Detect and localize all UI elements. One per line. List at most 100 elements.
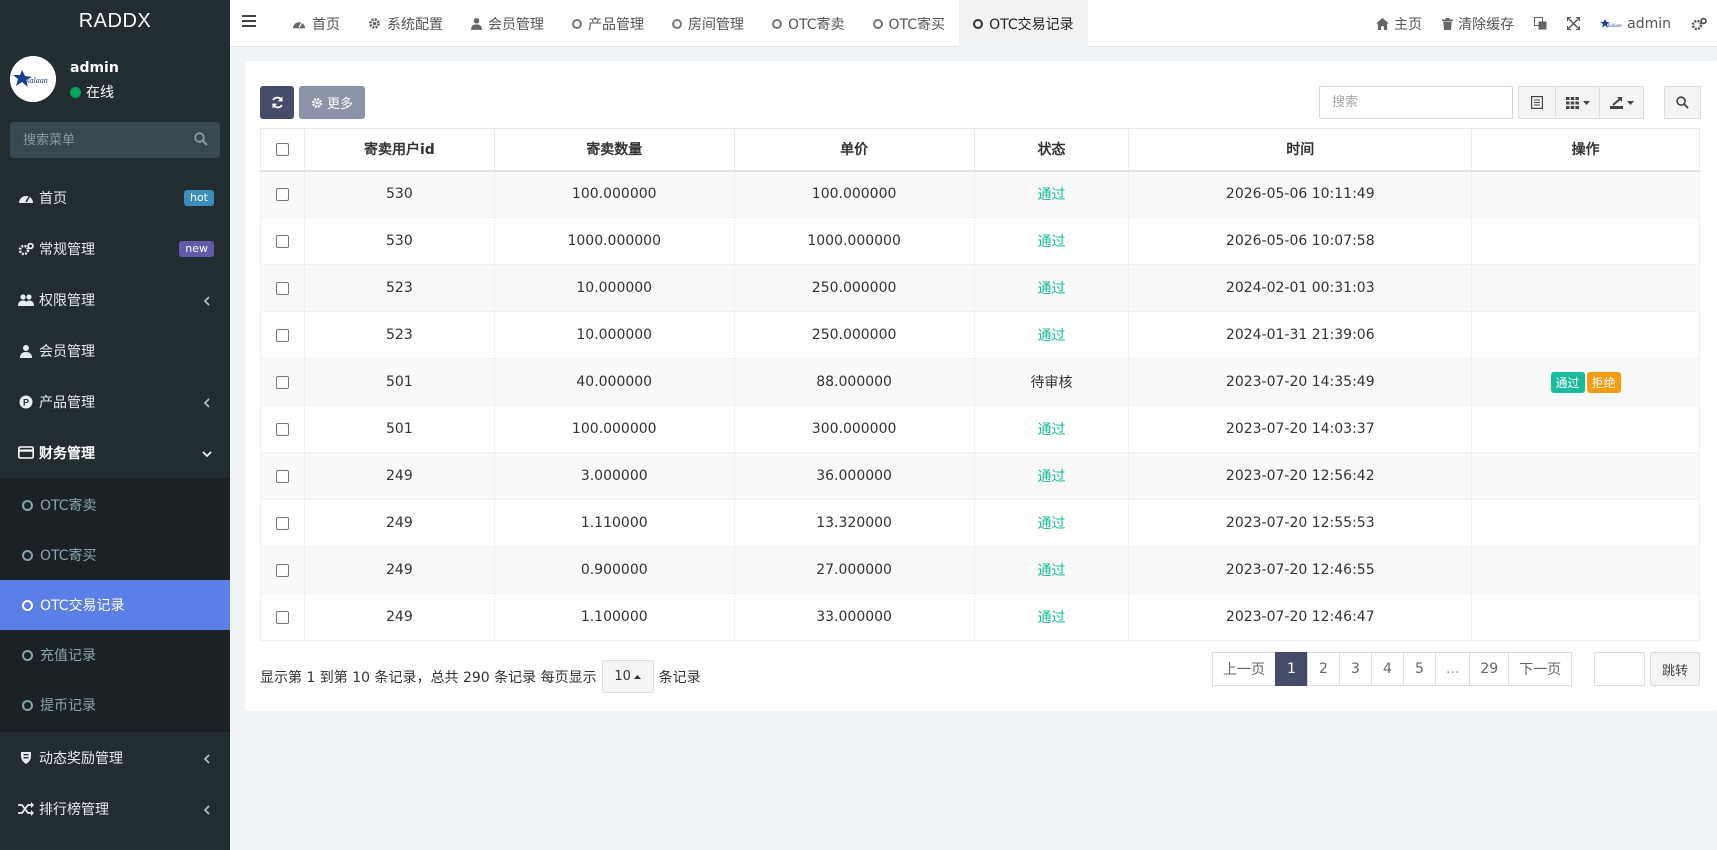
sidebar-item-label: 财务管理	[39, 445, 95, 462]
next-page-button[interactable]: 下一页	[1508, 652, 1573, 686]
sidebar-item-otc-buy[interactable]: OTC寄买	[0, 530, 230, 580]
col-header-user-id[interactable]: 寄卖用户id	[303, 128, 495, 172]
random-icon	[18, 801, 34, 817]
tab-otc-buy[interactable]: OTC寄买	[859, 0, 960, 47]
cell-user-id: 523	[303, 264, 495, 312]
cell-quantity: 1.110000	[493, 499, 735, 547]
tab-otc-sell[interactable]: OTC寄卖	[758, 0, 859, 47]
search-button[interactable]	[1664, 86, 1701, 119]
page-button[interactable]: 5	[1403, 652, 1436, 686]
sidebar-item-products[interactable]: P 产品管理	[0, 376, 230, 427]
sidebar-item-withdraw[interactable]: 提币记录	[0, 680, 230, 730]
row-checkbox[interactable]	[275, 516, 289, 530]
export-dropdown-button[interactable]	[1599, 86, 1644, 119]
sidebar-item-rewards[interactable]: 动态奖励管理	[0, 732, 230, 783]
pagination: 上一页 1 2 3 4 5 ... 29 下一页	[1212, 652, 1573, 686]
sidebar-item-label: 动态奖励管理	[39, 750, 123, 767]
page-button[interactable]: 2	[1307, 652, 1340, 686]
clear-cache-button[interactable]: 清除缓存	[1432, 14, 1524, 34]
reject-button[interactable]: 拒绝	[1586, 371, 1621, 393]
sidebar-item-label: 首页	[39, 190, 67, 207]
circle-icon	[22, 549, 33, 561]
col-header-status[interactable]: 状态	[973, 128, 1130, 172]
col-header-time[interactable]: 时间	[1128, 128, 1473, 172]
search-icon[interactable]	[194, 132, 208, 146]
col-header-quantity[interactable]: 寄卖数量	[493, 128, 735, 172]
menu-search-input[interactable]	[10, 122, 220, 158]
circle-icon	[22, 499, 33, 511]
brand-logo[interactable]: RADDX	[0, 0, 230, 42]
row-checkbox[interactable]	[275, 422, 289, 436]
page-button[interactable]: 1	[1275, 652, 1308, 686]
more-button[interactable]: 更多	[299, 86, 365, 119]
online-dot-icon	[70, 86, 81, 98]
tab-home[interactable]: 首页	[278, 0, 354, 47]
approve-button[interactable]: 通过	[1550, 371, 1585, 393]
toggle-view-button[interactable]	[1518, 86, 1556, 119]
tab-rooms[interactable]: 房间管理	[658, 0, 758, 47]
page-button[interactable]: 29	[1469, 652, 1510, 686]
jump-page-input[interactable]	[1594, 652, 1645, 686]
cell-price: 33.000000	[733, 593, 975, 641]
row-checkbox[interactable]	[275, 187, 289, 201]
select-all-checkbox[interactable]	[275, 142, 289, 156]
tab-label: 会员管理	[488, 16, 544, 33]
sidebar-item-label: 常规管理	[39, 241, 95, 258]
row-select-cell	[260, 593, 305, 641]
columns-dropdown-button[interactable]	[1555, 86, 1600, 119]
cell-status: 待审核	[973, 358, 1130, 406]
cell-actions	[1471, 264, 1700, 312]
sidebar-item-general[interactable]: 常规管理 new	[0, 223, 230, 274]
page-size-dropdown[interactable]: 10	[601, 660, 654, 693]
sidebar-item-permissions[interactable]: 权限管理	[0, 274, 230, 325]
hamburger-menu-icon[interactable]	[242, 14, 258, 28]
tab-otc-records[interactable]: OTC交易记录	[959, 0, 1088, 47]
otc-records-table: 寄卖用户id 寄卖数量 单价 状态 时间 操作 530 100.000000 1…	[260, 128, 1700, 641]
table-row: 249 3.000000 36.000000 通过 2023-07-20 12:…	[260, 452, 1700, 500]
home-link[interactable]: 主页	[1366, 14, 1432, 34]
chevron-left-icon	[203, 398, 210, 408]
settings-button[interactable]	[1681, 17, 1717, 31]
row-checkbox[interactable]	[275, 234, 289, 248]
sidebar-item-members[interactable]: 会员管理	[0, 325, 230, 376]
prev-page-button[interactable]: 上一页	[1212, 652, 1276, 686]
row-checkbox[interactable]	[275, 375, 289, 389]
table-row: 501 40.000000 88.000000 待审核 2023-07-20 1…	[260, 358, 1700, 406]
circle-icon	[672, 18, 682, 29]
language-button[interactable]	[1524, 17, 1557, 30]
tab-products[interactable]: 产品管理	[558, 0, 658, 47]
tab-system-config[interactable]: 系统配置	[354, 0, 457, 47]
sidebar-item-home[interactable]: 首页 hot	[0, 172, 230, 223]
fullscreen-button[interactable]	[1557, 17, 1590, 30]
search-icon	[1676, 96, 1689, 109]
sidebar-item-otc-sell[interactable]: OTC寄卖	[0, 480, 230, 530]
table-row: 530 1000.000000 1000.000000 通过 2026-05-0…	[260, 217, 1700, 265]
cell-status: 通过	[973, 311, 1130, 359]
cell-time: 2024-02-01 00:31:03	[1128, 264, 1473, 312]
cell-quantity: 10.000000	[493, 311, 735, 359]
refresh-button[interactable]	[260, 86, 294, 119]
col-header-price[interactable]: 单价	[733, 128, 975, 172]
row-checkbox[interactable]	[275, 281, 289, 295]
circle-icon	[973, 18, 984, 29]
sidebar-item-otc-records[interactable]: OTC交易记录	[0, 580, 230, 630]
table-search-input[interactable]	[1319, 86, 1513, 119]
row-checkbox[interactable]	[275, 610, 289, 624]
tab-members[interactable]: 会员管理	[457, 0, 558, 47]
sidebar-item-finance[interactable]: 财务管理	[0, 427, 230, 478]
tab-label: 房间管理	[688, 16, 744, 33]
cell-price: 27.000000	[733, 546, 975, 594]
cell-actions	[1471, 499, 1700, 547]
cell-user-id: 501	[303, 405, 495, 453]
finance-submenu: OTC寄卖 OTC寄买 OTC交易记录 充值记录 提币记录	[0, 478, 230, 732]
user-menu[interactable]: kalaan admin	[1590, 16, 1681, 32]
row-checkbox[interactable]	[275, 328, 289, 342]
row-checkbox[interactable]	[275, 563, 289, 577]
jump-button[interactable]: 跳转	[1650, 652, 1700, 686]
sidebar-item-recharge[interactable]: 充值记录	[0, 630, 230, 680]
sidebar-item-ranking[interactable]: 排行榜管理	[0, 783, 230, 834]
row-checkbox[interactable]	[275, 469, 289, 483]
page-button[interactable]: 4	[1371, 652, 1404, 686]
page-button[interactable]: 3	[1339, 652, 1372, 686]
user-status-label: 在线	[86, 85, 114, 101]
